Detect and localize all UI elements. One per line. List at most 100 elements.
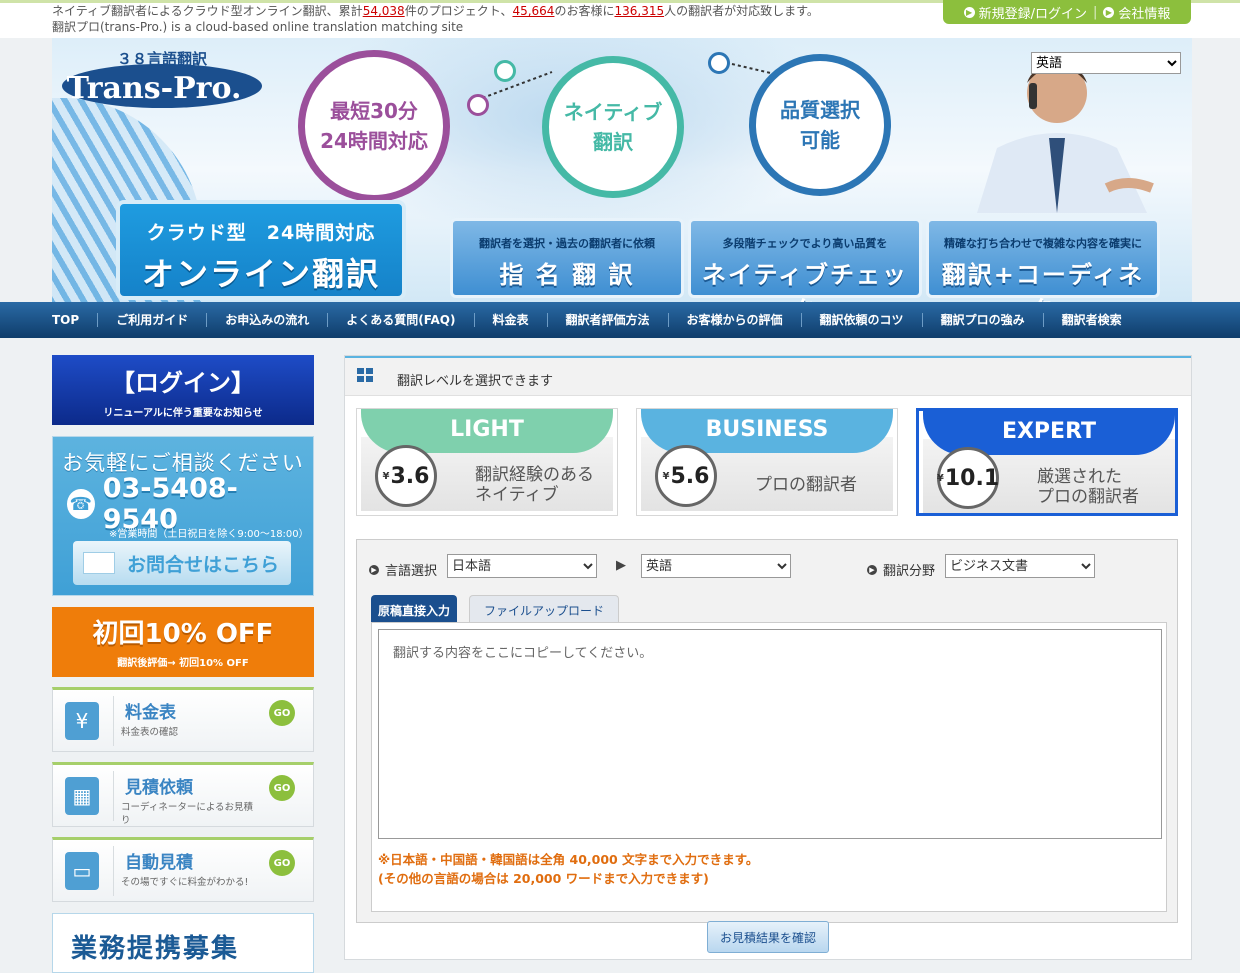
feature-title: 指 名 翻 訳	[499, 261, 635, 289]
nav-item-tips[interactable]: 翻訳依頼のコツ	[802, 313, 923, 327]
feature-sub: 多段階チェックでより高い品質を	[722, 237, 888, 250]
level-light-option[interactable]: LIGHT ¥3.6 翻訳経験のある ネイティブ	[356, 408, 618, 516]
divider: |	[1092, 4, 1098, 20]
customers-count[interactable]: 45,664	[512, 4, 554, 18]
quote-request-card[interactable]: ▦ 見積依頼 コーディネーターによるお見積り GO	[52, 762, 314, 827]
translation-form: ▶ 言語選択 日本語 ▶ 英語 ▶ 翻訳分野 ビジネス文書 原稿直接入力 ファイルア…	[356, 539, 1178, 923]
yen-sign: ¥	[662, 470, 670, 482]
translators-count[interactable]: 136,315	[614, 4, 664, 18]
level-price: 3.6	[390, 463, 430, 489]
arrow-icon: ▶	[867, 564, 877, 575]
header-banner: ３８言語翻訳 Trans-Pro. 最短30分 24時間対応 ネイティブ 翻訳 品質…	[52, 38, 1192, 302]
stats-text: 件のプロジェクト、	[404, 4, 513, 18]
level-desc-line: プロの翻訳者	[1037, 487, 1139, 507]
language-label-text: 言語選択	[385, 564, 438, 579]
site-logo[interactable]: ３８言語翻訳 Trans-Pro.	[62, 48, 262, 110]
nav-item-prices[interactable]: 料金表	[475, 313, 548, 327]
panel-title: 翻訳レベルを選択できます	[397, 374, 554, 389]
field-label: ▶ 翻訳分野	[867, 560, 935, 579]
card-title: 自動見積	[125, 853, 193, 873]
level-business-option[interactable]: BUSINESS ¥5.6 プロの翻訳者	[636, 408, 898, 516]
field-select[interactable]: ビジネス文書	[945, 554, 1095, 578]
contact-form-button[interactable]: お問合せはこちら	[73, 541, 291, 585]
tab-file-upload[interactable]: ファイルアップロード	[469, 595, 620, 624]
feature-title: ネイティブチェック	[701, 261, 909, 302]
circle-text: ネイティブ	[563, 100, 663, 124]
projects-count[interactable]: 54,038	[363, 4, 405, 18]
card-title: 見積依頼	[125, 778, 193, 798]
logo-subtitle: ３８言語翻訳	[117, 50, 208, 68]
source-language-select[interactable]: 日本語	[447, 554, 597, 578]
cloud-banner-sub: クラウド型 24時間対応	[146, 222, 376, 244]
cloud-translation-banner[interactable]: クラウド型 24時間対応 オンライン翻訳	[116, 200, 406, 300]
divider	[113, 696, 114, 746]
register-login-link[interactable]: ▶ 新規登録/ログイン	[963, 3, 1087, 22]
main-nav: TOP ご利用ガイド お申込みの流れ よくある質問(FAQ) 料金表 翻訳者評価…	[0, 302, 1240, 338]
level-price: 5.6	[670, 463, 710, 489]
first-discount-banner[interactable]: 初回10% OFF 翻訳後評価→ 初回10% OFF	[52, 607, 314, 677]
feature-coordinator[interactable]: 精確な打ち合わせで複雑な内容を確実に 翻訳+コーディネーター	[926, 218, 1160, 302]
arrow-icon: ▶	[1103, 6, 1115, 18]
stats-text: ネイティブ翻訳者によるクラウド型オンライン翻訳、累計	[52, 4, 363, 18]
level-description: 翻訳経験のある ネイティブ	[475, 465, 594, 505]
level-price-badge: ¥3.6	[375, 445, 437, 507]
check-quote-button[interactable]: お見積結果を確認	[707, 921, 829, 953]
card-title: 料金表	[125, 703, 176, 723]
login-banner[interactable]: 【ログイン】 リニューアルに伴う重要なお知らせ	[52, 355, 314, 425]
login-title: 【ログイン】	[111, 369, 255, 397]
nav-items: TOP ご利用ガイド お申込みの流れ よくある質問(FAQ) 料金表 翻訳者評価…	[52, 302, 1192, 338]
input-limit-note: ※日本語・中国語・韓国語は全角 40,000 文字まで入力できます。	[378, 852, 759, 867]
circle-text: 可能	[800, 128, 840, 152]
arrow-right-icon: ▶	[616, 558, 626, 573]
input-tabs: 原稿直接入力 ファイルアップロード	[371, 595, 620, 624]
arrow-icon: ▶	[963, 6, 975, 18]
map-marker	[708, 52, 730, 74]
tab-panel: ※日本語・中国語・韓国語は全角 40,000 文字まで入力できます。 (その他の…	[371, 622, 1167, 912]
divider	[113, 846, 114, 896]
nav-item-reviews[interactable]: お客様からの評価	[669, 313, 802, 327]
level-price-badge: ¥10.1	[937, 447, 999, 509]
login-notice: リニューアルに伴う重要なお知らせ	[103, 408, 263, 419]
phone-number: ☎ 03-5408-9540	[67, 473, 297, 535]
price-list-card[interactable]: ¥ 料金表 料金表の確認 GO	[52, 687, 314, 752]
site-language-select[interactable]: 英語	[1031, 52, 1181, 74]
stats-text: 人の翻訳者が対応致します。	[664, 4, 819, 18]
level-desc-line: 厳選された	[1037, 467, 1122, 487]
level-price-badge: ¥5.6	[655, 445, 717, 507]
feature-native-check[interactable]: 多段階チェックでより高い品質を ネイティブチェック	[688, 218, 922, 302]
feature-designated-translation[interactable]: 翻訳者を選択・過去の翻訳者に依頼 指 名 翻 訳	[450, 218, 684, 298]
circle-text: 24時間対応	[320, 129, 428, 153]
level-description: 厳選された プロの翻訳者	[1037, 467, 1139, 507]
company-info-label: 会社情報	[1118, 6, 1171, 22]
price-icon: ¥	[65, 702, 99, 740]
envelope-icon	[83, 552, 115, 574]
target-language-select[interactable]: 英語	[641, 554, 791, 578]
go-button[interactable]: GO	[269, 775, 295, 801]
source-text-input[interactable]	[378, 629, 1162, 839]
company-info-link[interactable]: ▶ 会社情報	[1103, 3, 1170, 22]
feature-sub: 精確な打ち合わせで複雑な内容を確実に	[944, 237, 1142, 250]
level-description: プロの翻訳者	[755, 475, 857, 495]
partner-banner[interactable]: 業務提携募集	[52, 913, 314, 973]
nav-item-faq[interactable]: よくある質問(FAQ)	[328, 313, 475, 327]
go-button[interactable]: GO	[269, 700, 295, 726]
promo-sub: 翻訳後評価→ 初回10% OFF	[117, 658, 249, 669]
stats-text: のお客様に	[554, 4, 615, 18]
contact-form-label: お問合せはこちら	[127, 553, 280, 576]
nav-item-guide[interactable]: ご利用ガイド	[98, 313, 208, 327]
tab-direct-input[interactable]: 原稿直接入力	[371, 595, 458, 624]
feature-circle-native: ネイティブ 翻訳	[542, 56, 684, 198]
level-expert-option[interactable]: EXPERT ¥10.1 厳選された プロの翻訳者	[916, 408, 1178, 516]
circle-text: 品質選択	[780, 98, 860, 122]
go-button[interactable]: GO	[269, 850, 295, 876]
map-marker	[467, 94, 489, 116]
auto-quote-card[interactable]: ▭ 自動見積 その場ですぐに料金がわかる! GO	[52, 837, 314, 902]
phone-icon: ☎	[67, 489, 95, 519]
feature-sub: 翻訳者を選択・過去の翻訳者に依頼	[479, 237, 655, 250]
nav-item-search[interactable]: 翻訳者検索	[1044, 313, 1140, 327]
nav-item-strengths[interactable]: 翻訳プロの強み	[923, 313, 1044, 327]
nav-item-evaluation-method[interactable]: 翻訳者評価方法	[548, 313, 669, 327]
nav-item-flow[interactable]: お申込みの流れ	[207, 313, 329, 327]
feature-circle-quality: 品質選択 可能	[749, 54, 891, 196]
nav-item-top[interactable]: TOP	[52, 313, 99, 327]
